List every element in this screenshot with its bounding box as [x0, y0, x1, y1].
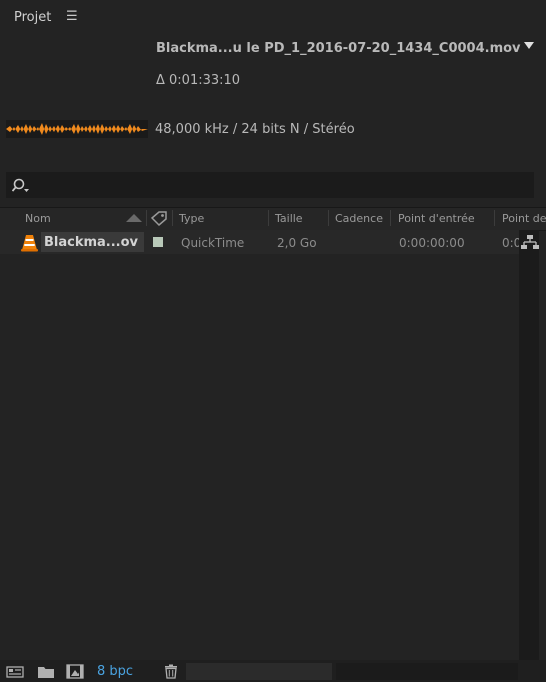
trash-icon[interactable] — [162, 664, 180, 679]
search-input[interactable] — [6, 172, 534, 198]
preview-audio-info: 48,000 kHz / 24 bits N / Stéréo — [155, 122, 355, 137]
sort-ascending-icon[interactable] — [126, 213, 142, 223]
interpret-footage-icon[interactable] — [6, 664, 24, 679]
panel-title[interactable]: Projet — [14, 10, 51, 25]
column-separator[interactable] — [494, 210, 495, 226]
search-icon[interactable] — [12, 178, 30, 194]
row-out-point: 0:0 — [502, 236, 519, 250]
vlc-file-icon — [21, 235, 38, 252]
vertical-scrollbar[interactable] — [519, 230, 539, 660]
label-tag-icon[interactable] — [151, 211, 167, 226]
horizontal-scrollbar-track[interactable] — [336, 663, 518, 680]
new-composition-icon[interactable] — [66, 664, 84, 679]
horizontal-scrollbar-thumb[interactable] — [186, 663, 332, 680]
preview-duration: Δ 0:01:33:10 — [156, 73, 241, 88]
column-separator[interactable] — [146, 210, 147, 226]
chevron-down-icon[interactable] — [524, 42, 534, 49]
column-frame-rate[interactable]: Cadence — [335, 212, 383, 225]
column-out-point[interactable]: Point de — [502, 212, 546, 225]
column-separator[interactable] — [172, 210, 173, 226]
column-size[interactable]: Taille — [275, 212, 303, 225]
row-size: 2,0 Go — [277, 236, 317, 250]
column-separator[interactable] — [328, 210, 329, 226]
column-name[interactable]: Nom — [25, 212, 51, 225]
column-separator[interactable] — [268, 210, 269, 226]
audio-waveform-thumbnail — [6, 120, 148, 138]
column-in-point[interactable]: Point d'entrée — [398, 212, 475, 225]
row-type: QuickTime — [181, 236, 245, 250]
bit-depth-button[interactable]: 8 bpc — [97, 664, 133, 679]
column-separator[interactable] — [390, 210, 391, 226]
new-folder-icon[interactable] — [37, 664, 55, 679]
row-in-point: 0:00:00:00 — [399, 236, 465, 250]
column-type[interactable]: Type — [179, 212, 204, 225]
preview-file-name: Blackma...u le PD_1_2016-07-20_1434_C000… — [156, 41, 521, 56]
panel-menu-icon[interactable]: ☰ — [66, 9, 78, 24]
flowchart-icon[interactable] — [521, 234, 539, 250]
row-name[interactable]: Blackma...ov — [44, 235, 138, 250]
label-color-swatch[interactable] — [153, 237, 163, 247]
